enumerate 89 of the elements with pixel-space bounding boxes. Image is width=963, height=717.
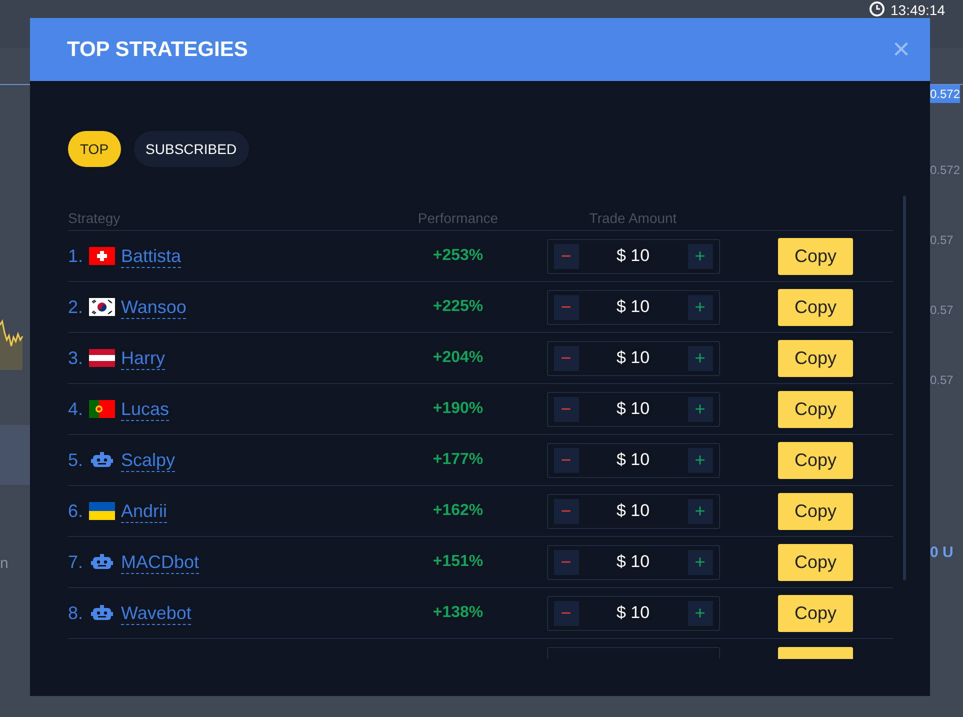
dialog-title: TOP STRATEGIES xyxy=(67,38,248,62)
emblem-flag-icon xyxy=(89,400,116,418)
increase-button[interactable]: + xyxy=(688,600,712,626)
rank-number: 4. xyxy=(68,398,84,420)
performance-value: +151% xyxy=(432,553,484,570)
increase-button[interactable]: + xyxy=(688,396,712,422)
rank-number: 8. xyxy=(68,602,84,624)
performance-value: +225% xyxy=(432,298,484,315)
cross-flag-icon xyxy=(89,247,116,265)
strategy-link[interactable]: Lucas xyxy=(121,398,170,420)
circle-flag-icon xyxy=(89,298,116,316)
increase-button[interactable]: + xyxy=(688,550,712,574)
strategy-link[interactable]: Scalpy xyxy=(121,448,176,472)
decrease-button[interactable]: − xyxy=(554,244,578,268)
decrease-button[interactable]: − xyxy=(554,396,578,422)
copy-button[interactable]: Copy xyxy=(778,442,853,478)
performance-value: +190% xyxy=(432,400,484,417)
amount-value: $ 10 xyxy=(616,603,650,623)
clock-icon xyxy=(868,1,884,17)
rank-number: 5. xyxy=(68,450,84,470)
amount-value: $ 10 xyxy=(616,501,650,521)
amount-value: $ 10 xyxy=(616,348,650,368)
strategy-link[interactable]: Andrii xyxy=(121,500,168,522)
decrease-button[interactable]: − xyxy=(554,498,578,524)
column-header: Trade Amount xyxy=(588,210,678,226)
rank-number: 6. xyxy=(68,500,84,522)
strategy-link[interactable]: Harry xyxy=(121,346,166,370)
striped-flag-icon xyxy=(89,349,116,367)
balance-text: 0 U xyxy=(930,544,954,561)
copy-button[interactable]: Copy xyxy=(778,492,853,530)
tab[interactable]: SUBSCRIBED xyxy=(134,131,249,167)
strategy-link[interactable]: Battista xyxy=(121,244,182,268)
rank-number: 3. xyxy=(68,348,84,368)
strategy-link[interactable]: MACDbot xyxy=(121,550,200,574)
increase-button[interactable]: + xyxy=(688,346,712,370)
copy-button[interactable]: Copy xyxy=(778,288,853,326)
copy-button[interactable]: Copy xyxy=(778,340,853,376)
clock-time: 13:49:14 xyxy=(890,2,945,18)
performance-value: +204% xyxy=(432,349,484,366)
decrease-button[interactable]: − xyxy=(554,448,578,472)
background-panel xyxy=(0,425,30,485)
amount-stepper[interactable]: − $ 10 + xyxy=(546,290,720,324)
increase-button[interactable]: + xyxy=(688,448,712,472)
amount-stepper[interactable]: − $ 10 + xyxy=(546,442,720,478)
tab[interactable]: TOP xyxy=(68,131,121,167)
amount-stepper[interactable]: − $ 10 + xyxy=(546,494,720,528)
price-label: 0.57 xyxy=(930,232,954,249)
amount-value: $ 10 xyxy=(616,246,650,266)
price-label: 0.57 xyxy=(930,372,954,389)
rank-number: 7. xyxy=(68,552,84,572)
copy-button[interactable]: Copy xyxy=(778,544,853,580)
strategy-link[interactable]: Wansoo xyxy=(121,296,186,318)
price-label: 0.57 xyxy=(930,302,954,319)
amount-stepper[interactable]: − $ 10 + xyxy=(546,238,720,274)
amount-value: $ 10 xyxy=(616,552,650,572)
copy-button[interactable]: Copy xyxy=(778,238,853,274)
column-header: Performance xyxy=(416,210,500,226)
price-label: 0.572 xyxy=(930,162,960,179)
copy-button[interactable]: Copy xyxy=(778,390,853,428)
copy-button[interactable]: Copy xyxy=(778,594,853,632)
two-band-flag-icon xyxy=(89,502,116,520)
robot-icon xyxy=(89,451,116,469)
decrease-button[interactable]: − xyxy=(554,346,578,370)
decrease-button[interactable]: − xyxy=(554,600,578,626)
decrease-button[interactable]: − xyxy=(554,550,578,574)
amount-stepper[interactable]: − $ 10 + xyxy=(546,392,720,426)
increase-button[interactable]: + xyxy=(688,498,712,524)
amount-stepper[interactable]: − $ 10 + xyxy=(546,544,720,580)
amount-value: $ 10 xyxy=(616,450,650,470)
rank-number: 2. xyxy=(68,296,84,318)
rank-number: 1. xyxy=(68,246,84,266)
increase-button[interactable]: + xyxy=(688,294,712,320)
strategy-link[interactable]: Wavebot xyxy=(121,602,192,624)
performance-value: +138% xyxy=(432,604,484,621)
amount-stepper[interactable]: − $ 10 + xyxy=(546,596,720,630)
column-header: Strategy xyxy=(68,210,122,226)
increase-button[interactable]: + xyxy=(688,244,712,268)
background-text: n xyxy=(0,555,10,572)
robot-icon xyxy=(89,604,116,622)
performance-value: +177% xyxy=(432,451,484,468)
amount-value: $ 10 xyxy=(616,399,650,419)
price-label: 0.572 xyxy=(930,85,960,103)
amount-value: $ 10 xyxy=(616,297,650,317)
amount-stepper[interactable]: − $ 10 + xyxy=(546,340,720,376)
performance-value: +253% xyxy=(432,247,484,264)
decrease-button[interactable]: − xyxy=(554,294,578,320)
robot-icon xyxy=(89,553,116,571)
performance-value: +162% xyxy=(432,502,484,519)
scrollbar[interactable] xyxy=(903,196,906,580)
